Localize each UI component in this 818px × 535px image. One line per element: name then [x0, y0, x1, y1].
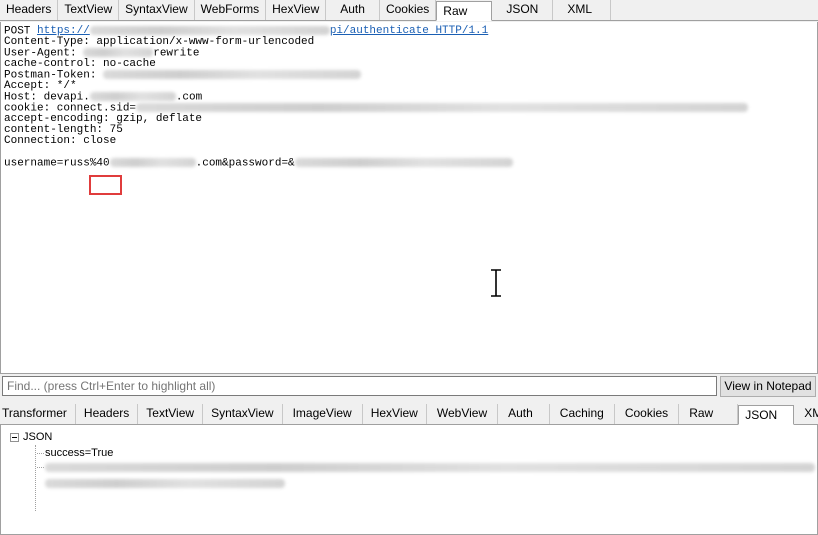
tab-cookies[interactable]: Cookies	[379, 0, 437, 20]
json-root-label: JSON	[23, 431, 53, 443]
header-accept-encoding: accept-encoding: gzip, deflate	[4, 113, 203, 125]
tab-raw[interactable]: Raw	[436, 1, 493, 21]
json-node-label: success=True	[45, 447, 114, 459]
tree-guide-line	[35, 445, 36, 511]
resp-tab-syntaxview[interactable]: SyntaxView	[203, 404, 283, 424]
collapse-toggle-icon[interactable]	[10, 432, 19, 442]
tab-json[interactable]: JSON	[492, 0, 554, 20]
resp-tab-transformer[interactable]: Transformer	[0, 404, 76, 424]
view-in-notepad-button[interactable]: View in Notepad	[720, 376, 816, 397]
resp-tab-headers[interactable]: Headers	[75, 404, 139, 424]
resp-tab-raw[interactable]: Raw	[679, 404, 739, 424]
header-cache-control: cache-control: no-cache	[4, 58, 156, 70]
redacted-username	[109, 158, 196, 167]
redacted-cookie	[136, 103, 749, 112]
resp-tab-caching[interactable]: Caching	[549, 404, 615, 424]
find-input[interactable]	[2, 376, 717, 396]
tab-webforms[interactable]: WebForms	[194, 0, 267, 20]
raw-request-view[interactable]: POST https://pi/authenticate HTTP/1.1 Co…	[0, 22, 818, 374]
header-postman-token: Postman-Token:	[4, 70, 817, 81]
highlight-annotation-box	[89, 175, 122, 195]
header-host: Host: devapi. .com	[4, 91, 203, 104]
redacted-json-value	[45, 463, 815, 472]
response-tab-bar: Transformer Headers TextView SyntaxView …	[0, 403, 818, 425]
json-node-redacted[interactable]	[37, 463, 815, 472]
redacted-user-agent	[83, 48, 154, 57]
resp-tab-json[interactable]: JSON	[738, 405, 795, 425]
json-root-node[interactable]: JSON	[10, 431, 52, 443]
resp-tab-cookies[interactable]: Cookies	[614, 404, 680, 424]
resp-tab-textview[interactable]: TextView	[138, 404, 204, 424]
redacted-password	[294, 158, 513, 167]
request-tab-bar: Headers TextView SyntaxView WebForms Hex…	[0, 0, 818, 21]
resp-tab-auth[interactable]: Auth	[498, 404, 550, 424]
json-node-redacted-continued[interactable]	[37, 479, 285, 488]
tab-textview[interactable]: TextView	[58, 0, 120, 20]
resp-tab-webview[interactable]: WebView	[426, 404, 499, 424]
tab-hexview[interactable]: HexView	[266, 0, 327, 20]
tab-xml[interactable]: XML	[553, 0, 612, 20]
tab-auth[interactable]: Auth	[326, 0, 380, 20]
tab-headers[interactable]: Headers	[0, 0, 59, 20]
redacted-host	[89, 26, 330, 35]
redacted-token	[103, 70, 362, 79]
header-connection: Connection: close	[4, 135, 117, 147]
resp-tab-xml[interactable]: XML	[794, 404, 818, 424]
redacted-json-value-wrap	[45, 479, 285, 488]
header-accept: Accept: */*	[4, 80, 77, 92]
json-tree-view[interactable]: JSON success=True	[0, 425, 818, 535]
header-content-type: Content-Type: application/x-www-form-url…	[4, 36, 315, 48]
header-content-length: content-length: 75	[4, 124, 123, 136]
tab-syntaxview[interactable]: SyntaxView	[119, 0, 195, 20]
resp-tab-hexview[interactable]: HexView	[362, 404, 427, 424]
text-cursor-icon	[491, 269, 501, 297]
redacted-host-part	[89, 92, 176, 101]
highlighted-encoded-at: s%40	[83, 157, 110, 170]
resp-tab-imageview[interactable]: ImageView	[282, 404, 363, 424]
request-body: username=russ%40 .com&password=&	[4, 158, 817, 169]
json-node-success[interactable]: success=True	[37, 447, 113, 459]
find-bar: View in Notepad	[0, 375, 818, 399]
